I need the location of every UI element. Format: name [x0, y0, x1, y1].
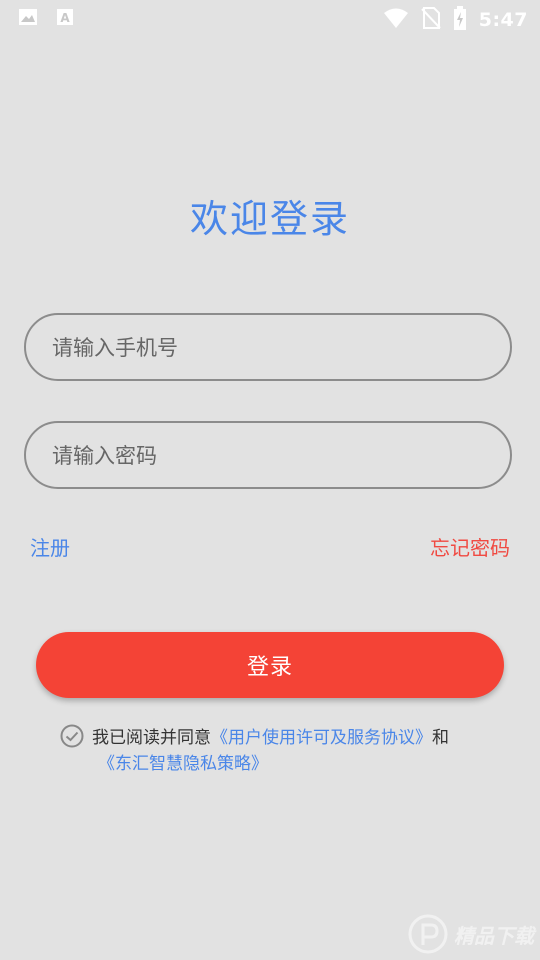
user-agreement-link[interactable]: 《用户使用许可及服务协议》: [211, 728, 432, 748]
forgot-password-link[interactable]: 忘记密码: [430, 532, 510, 561]
status-bar: A 5:47: [0, 0, 540, 36]
watermark-text: 精品下载: [454, 923, 534, 948]
check-circle-icon: [60, 724, 84, 748]
password-input[interactable]: [50, 423, 494, 489]
register-link[interactable]: 注册: [30, 532, 70, 561]
battery-charging-icon: [453, 6, 467, 34]
agreement-line-2: 《东汇智慧隐私策略》: [98, 750, 268, 778]
svg-text:A: A: [60, 11, 70, 25]
no-sim-icon: [421, 7, 441, 33]
watermark-logo-icon: [408, 914, 448, 954]
phone-field[interactable]: [24, 313, 512, 381]
watermark: 精品下载: [408, 914, 534, 954]
wifi-icon: [383, 7, 409, 33]
password-field[interactable]: [24, 421, 512, 489]
page-title: 欢迎登录: [189, 197, 350, 241]
agreement-prefix: 我已阅读并同意: [92, 728, 211, 748]
agree-checkbox[interactable]: [60, 724, 84, 748]
login-button[interactable]: 登录: [36, 632, 504, 698]
phone-input[interactable]: [50, 315, 494, 381]
status-time: 5:47: [478, 9, 528, 31]
text-a-icon: A: [56, 8, 74, 30]
agreement-conjunction: 和: [432, 728, 449, 748]
privacy-policy-link[interactable]: 《东汇智慧隐私策略》: [98, 754, 268, 774]
image-icon: [18, 8, 38, 30]
agreement-line-1: 我已阅读并同意《用户使用许可及服务协议》和: [92, 724, 449, 752]
